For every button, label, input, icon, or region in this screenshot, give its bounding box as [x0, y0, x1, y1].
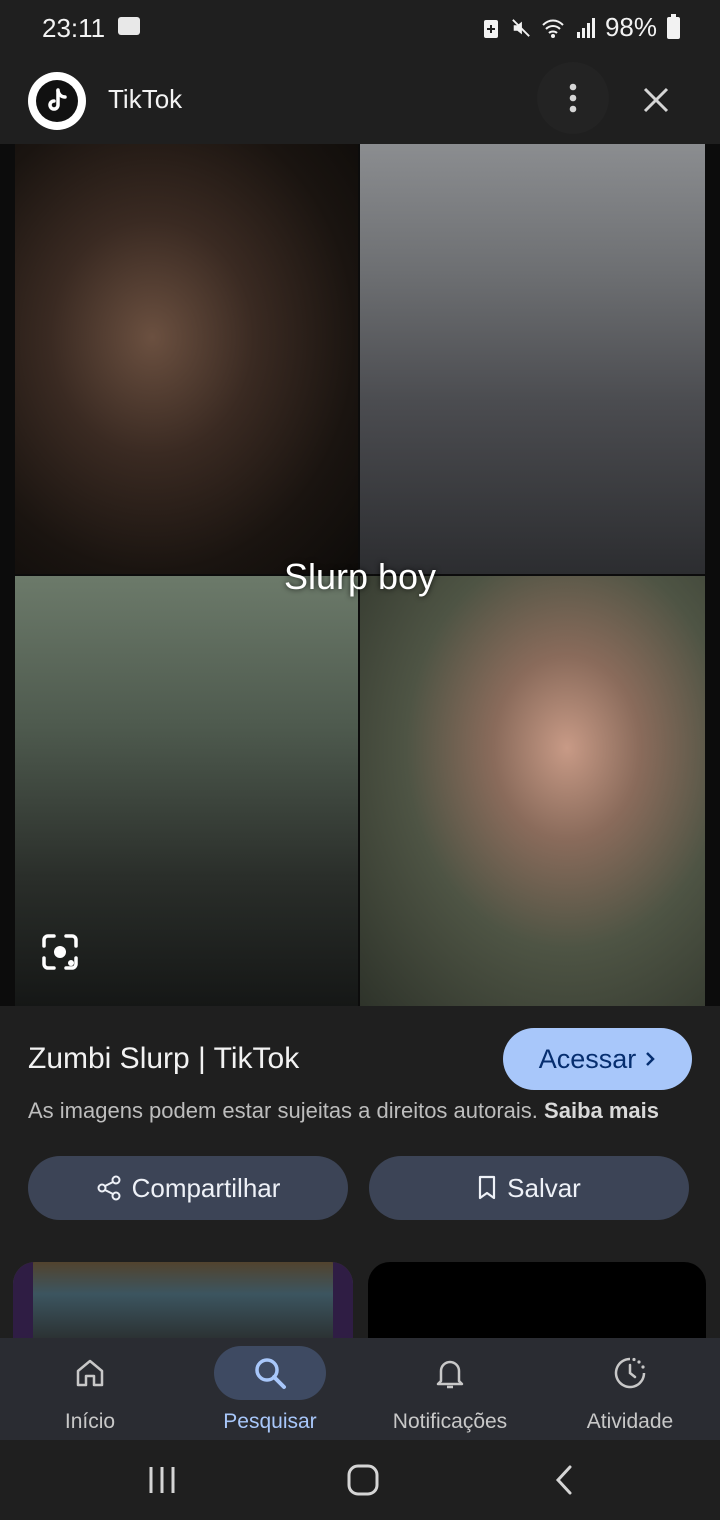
nav-item-notifications[interactable]: Notificações — [360, 1338, 540, 1440]
viewer-header: TikTok — [0, 56, 720, 144]
image-panel-top-left — [15, 144, 358, 574]
image-panel-bottom-right — [360, 576, 705, 1006]
back-button[interactable] — [540, 1458, 588, 1502]
share-label: Compartilhar — [131, 1172, 281, 1203]
copyright-text: As imagens podem estar sujeitas a direit… — [28, 1098, 538, 1123]
battery-icon — [667, 13, 680, 39]
wifi-icon — [542, 19, 564, 38]
activity-icon — [614, 1357, 646, 1389]
close-icon — [643, 87, 669, 113]
home-icon — [76, 1359, 104, 1387]
home-circle-icon — [347, 1464, 379, 1496]
save-label: Salvar — [507, 1172, 581, 1203]
battery-saver-icon — [483, 19, 498, 38]
image-panel-top-right — [360, 144, 705, 574]
preview-image[interactable]: Slurp boy — [0, 144, 720, 1006]
nav-label-activity: Atividade — [586, 1410, 674, 1433]
status-bar: 23:11 98% — [0, 0, 720, 56]
visit-label: Acessar — [538, 1043, 637, 1074]
learn-more-link[interactable]: Saiba mais — [544, 1098, 659, 1123]
image-overlay-text: Slurp boy — [283, 556, 437, 597]
mute-icon — [512, 18, 530, 37]
bell-icon — [436, 1360, 464, 1389]
nav-item-activity[interactable]: Atividade — [540, 1338, 720, 1440]
share-icon — [97, 1175, 121, 1201]
google-lens-icon[interactable] — [38, 930, 82, 974]
more-vert-icon — [569, 83, 577, 113]
home-button[interactable] — [339, 1458, 387, 1502]
tiktok-logo-icon — [28, 72, 86, 130]
more-options-button[interactable] — [537, 62, 609, 134]
bookmark-icon — [479, 1175, 496, 1200]
related-image-thumbnail[interactable] — [13, 1262, 353, 1342]
nav-label-search: Pesquisar — [223, 1410, 317, 1433]
copyright-notice: As imagens podem estar sujeitas a direit… — [28, 1098, 659, 1124]
nav-label-home: Início — [64, 1410, 116, 1433]
visit-button[interactable]: Acessar — [503, 1028, 692, 1090]
nav-label-notifications: Notificações — [392, 1410, 508, 1433]
system-navigation-bar — [0, 1440, 720, 1520]
related-image-thumbnail[interactable] — [368, 1262, 706, 1342]
status-icons: 98% — [481, 12, 680, 43]
chevron-right-icon — [646, 1052, 656, 1066]
result-title: Zumbi Slurp | TikTok — [28, 1042, 300, 1075]
nav-item-search[interactable]: Pesquisar — [180, 1338, 360, 1440]
image-info: Zumbi Slurp | TikTok Acessar As imagens … — [0, 1006, 720, 1342]
save-button[interactable]: Salvar — [369, 1156, 689, 1220]
caption-icon — [118, 17, 140, 35]
battery-percent: 98% — [604, 12, 657, 42]
recents-icon — [149, 1467, 175, 1493]
nav-item-home[interactable]: Início — [0, 1338, 180, 1440]
signal-icon — [576, 17, 595, 38]
back-icon — [555, 1465, 572, 1495]
recents-button[interactable] — [138, 1458, 186, 1502]
search-icon — [255, 1358, 286, 1389]
share-button[interactable]: Compartilhar — [28, 1156, 348, 1220]
close-button[interactable] — [624, 68, 688, 132]
bottom-navigation: Início Pesquisar Notificações Atividade — [0, 1338, 720, 1440]
source-name: TikTok — [108, 84, 183, 114]
status-time: 23:11 — [42, 13, 106, 43]
